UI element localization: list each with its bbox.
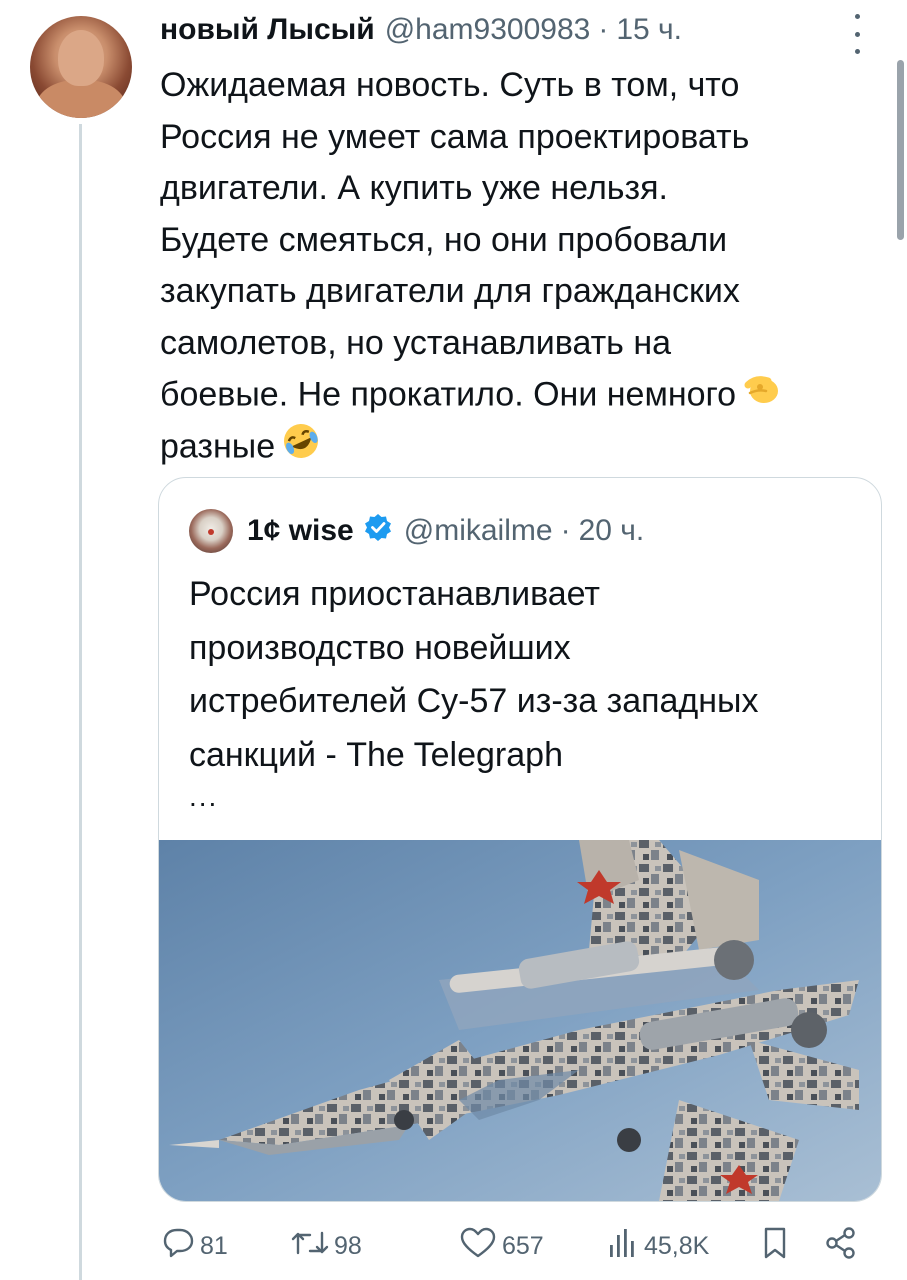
quoted-tweet-text: Россия приостанавливает производство нов…	[189, 568, 849, 782]
views-button[interactable]: 45,8K	[606, 1226, 709, 1266]
quoted-tweet-time[interactable]: 20 ч.	[579, 514, 645, 548]
tweet-actions-bar: 81 98 657 45,8K	[160, 1226, 860, 1266]
quoted-text-line: Россия приостанавливает	[189, 575, 601, 613]
tweet-text-segment: боевые. Не прокатило. Они немного	[160, 375, 737, 414]
quoted-author-name[interactable]: 1¢ wise	[247, 514, 354, 548]
tweet-text-line: закупать двигатели для гражданских	[160, 272, 740, 310]
tweet-text-segment: разные	[160, 427, 276, 466]
author-name[interactable]: новый Лысый	[160, 13, 375, 47]
author-avatar[interactable]	[30, 16, 132, 118]
tweet-text-line-with-emoji: боевые. Не прокатило. Они немного	[160, 369, 880, 421]
retweet-button[interactable]: 98	[290, 1226, 362, 1266]
separator-dot: ·	[560, 514, 571, 547]
like-count: 657	[502, 1231, 544, 1260]
quoted-tweet-header: 1¢ wise @mikailme · 20 ч.	[189, 509, 645, 553]
author-handle[interactable]: @ham9300983	[385, 13, 591, 47]
tweet-text: Ожидаемая новость. Суть в том, что Росси…	[160, 60, 880, 472]
quoted-tweet-card[interactable]: 1¢ wise @mikailme · 20 ч. Россия приоста…	[158, 477, 882, 1202]
quoted-text-line: истребителей Су-57 из-за западных	[189, 682, 759, 720]
more-options-icon[interactable]	[848, 14, 866, 54]
separator-dot: ·	[598, 13, 609, 46]
tweet-time[interactable]: 15 ч.	[616, 13, 682, 47]
share-button[interactable]	[824, 1226, 862, 1266]
avatar-clown-nose	[208, 529, 214, 535]
quoted-media-image[interactable]	[159, 840, 881, 1201]
retweet-count: 98	[334, 1231, 362, 1260]
tweet-text-line: Ожидаемая новость. Суть в том, что	[160, 66, 740, 104]
tweet-text-line: самолетов, но устанавливать на	[160, 323, 672, 362]
retweet-icon	[290, 1225, 330, 1268]
tweet-text-line-with-emoji: разные	[160, 421, 880, 473]
thread-line	[79, 124, 82, 1280]
fighter-jet-photo	[159, 840, 881, 1201]
bookmark-icon	[760, 1225, 790, 1268]
tweet-text-line: двигатели. А купить уже нельзя.	[160, 169, 668, 207]
heart-icon	[458, 1225, 498, 1268]
tweet-header: новый Лысый @ham9300983 · 15 ч.	[160, 8, 682, 52]
analytics-icon	[606, 1225, 640, 1268]
quoted-text-line: производство новейших	[189, 628, 571, 667]
like-button[interactable]: 657	[458, 1226, 544, 1266]
tweet-text-line: Будете смеяться, но они пробовали	[160, 220, 728, 259]
views-count: 45,8K	[644, 1231, 710, 1260]
quoted-author-avatar[interactable]	[189, 509, 233, 553]
rolling-laughing-icon	[281, 421, 321, 477]
quoted-text-line: санкций - The Telegraph	[189, 735, 563, 774]
reply-icon	[160, 1225, 196, 1268]
share-icon	[824, 1225, 858, 1268]
scrollbar[interactable]	[897, 60, 904, 240]
pinching-hand-icon	[742, 369, 782, 425]
bookmark-button[interactable]	[760, 1226, 794, 1266]
show-more-ellipsis[interactable]: ...	[189, 781, 218, 813]
verified-badge-icon	[364, 513, 392, 549]
avatar-head-shape	[58, 30, 104, 86]
reply-count: 81	[200, 1231, 228, 1260]
quoted-author-handle[interactable]: @mikailme	[404, 514, 553, 548]
reply-button[interactable]: 81	[160, 1226, 228, 1266]
tweet-text-line: Россия не умеет сама проектировать	[160, 117, 750, 156]
